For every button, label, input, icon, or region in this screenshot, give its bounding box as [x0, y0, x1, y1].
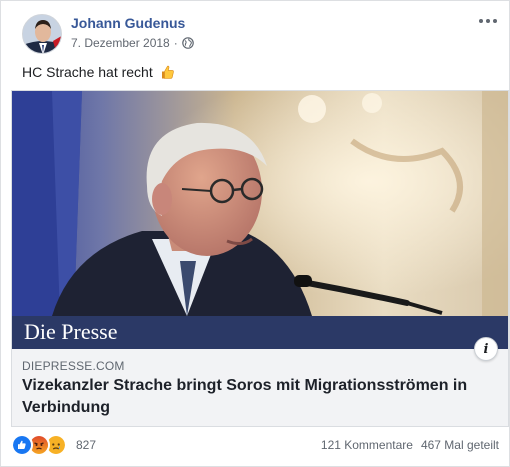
post-meta: 7. Dezember 2018 ·	[71, 36, 194, 50]
article-photo: Die Presse	[12, 91, 508, 349]
reactions-summary[interactable]: 827	[11, 434, 96, 456]
facebook-post: Johann Gudenus 7. Dezember 2018 · HC Str…	[0, 0, 510, 467]
link-title[interactable]: Vizekanzler Strache bringt Soros mit Mig…	[22, 375, 492, 419]
link-preview-image[interactable]: Die Presse	[12, 91, 508, 349]
dot-icon	[479, 19, 483, 23]
like-icon	[11, 434, 33, 456]
dot-icon	[486, 19, 490, 23]
brand-logo-text: Die Presse	[24, 319, 117, 344]
author-name[interactable]: Johann Gudenus	[71, 15, 185, 31]
more-options-button[interactable]	[477, 13, 499, 29]
info-button[interactable]: i	[474, 337, 498, 361]
reaction-count[interactable]: 827	[76, 438, 96, 452]
post-footer: 827 121 Kommentare 467 Mal geteilt	[11, 433, 499, 457]
post-date[interactable]: 7. Dezember 2018	[71, 36, 170, 50]
author-avatar[interactable]	[22, 14, 62, 54]
dot-icon	[493, 19, 497, 23]
reaction-icons	[11, 434, 67, 456]
shares-count[interactable]: 467 Mal geteilt	[421, 438, 499, 452]
comments-count[interactable]: 121 Kommentare	[321, 438, 413, 452]
globe-icon[interactable]	[181, 37, 194, 49]
link-preview-card[interactable]: Die Presse i DIEPRESSE.COM Vizekanzler S…	[11, 90, 509, 427]
link-domain: DIEPRESSE.COM	[22, 359, 125, 373]
avatar-image	[23, 15, 61, 53]
post-stats: 121 Kommentare 467 Mal geteilt	[321, 438, 499, 452]
date-separator: ·	[173, 36, 178, 50]
thumbs-up-icon	[161, 65, 174, 79]
post-text: HC Strache hat recht	[22, 64, 175, 80]
post-text-content: HC Strache hat recht	[22, 64, 153, 80]
